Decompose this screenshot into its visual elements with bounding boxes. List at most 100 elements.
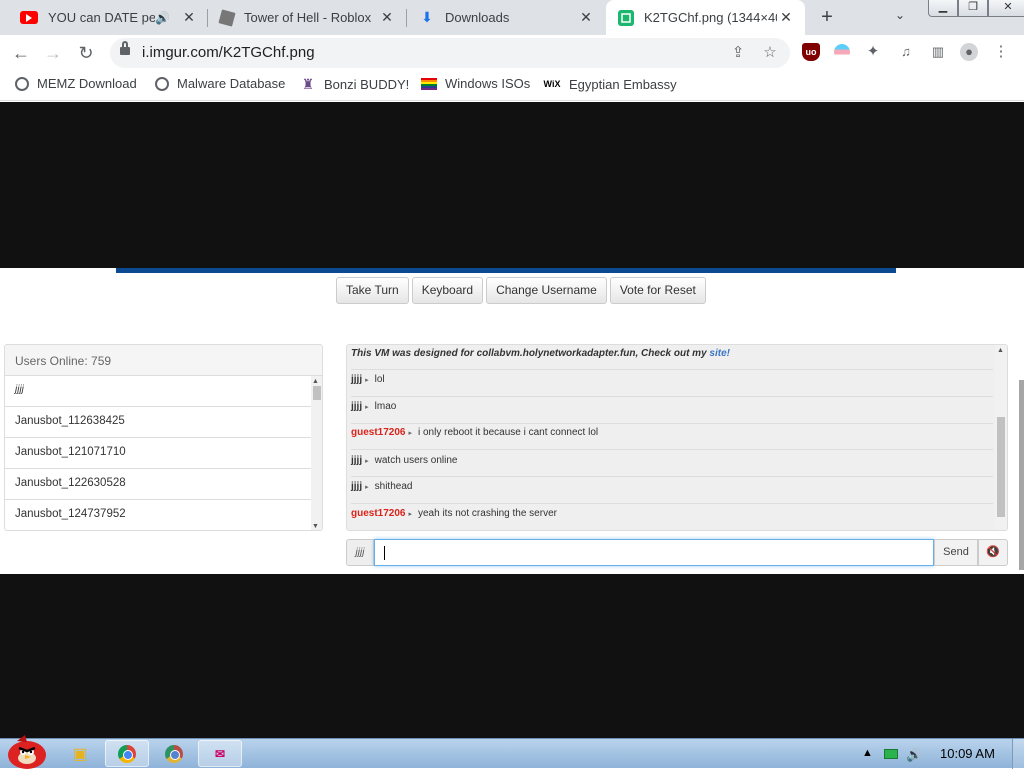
bookmark-egyptian-embassy[interactable]: WiX Egyptian Embassy: [543, 76, 677, 92]
motd-link[interactable]: site!: [709, 348, 730, 359]
take-turn-button[interactable]: Take Turn: [336, 277, 409, 304]
taskbar-chrome-icon[interactable]: [105, 740, 149, 767]
arrow-icon: ▸: [365, 458, 369, 465]
scroll-up-icon[interactable]: ▲: [997, 347, 1004, 354]
audio-playing-icon[interactable]: 🔊: [155, 11, 170, 25]
close-tab-icon[interactable]: ✕: [777, 9, 795, 27]
back-arrow-icon[interactable]: ←: [9, 41, 33, 65]
change-username-button[interactable]: Change Username: [486, 277, 607, 304]
tab-title: YOU can DATE peo: [48, 10, 156, 25]
scroll-up-icon[interactable]: ▲: [312, 378, 319, 385]
puzzle-icon[interactable]: ✦: [864, 43, 882, 61]
chat-username: guest17206: [351, 427, 406, 438]
tab-title: K2TGChf.png (1344×40: [644, 10, 777, 25]
window-controls: ▁ ❐ ✕: [928, 0, 1024, 17]
menu-kebab-icon[interactable]: ⋮: [992, 43, 1010, 61]
chat-username-label: jjjj: [346, 539, 374, 566]
tab-title: Tower of Hell - Roblox: [244, 10, 372, 25]
page-scrollbar-thumb[interactable]: [1019, 380, 1024, 570]
chat-message: jjjj ▸ lmao: [351, 397, 993, 424]
chat-text: lol: [374, 374, 385, 385]
bookmark-bonzi-buddy[interactable]: ♜ Bonzi BUDDY!: [300, 76, 410, 92]
chat-message: jjjj ▸ lol: [351, 370, 993, 397]
arrow-icon: ▸: [408, 430, 412, 437]
lock-icon[interactable]: [120, 41, 130, 55]
volume-icon[interactable]: 🔊: [906, 747, 922, 763]
arrow-icon: ▸: [365, 404, 369, 411]
chat-username: jjjj: [351, 401, 363, 412]
send-button[interactable]: Send: [934, 539, 978, 566]
close-tab-icon[interactable]: ✕: [180, 9, 198, 27]
chat-input[interactable]: [374, 539, 934, 566]
taskbar-chrome-canary-icon[interactable]: [152, 740, 196, 767]
show-hidden-icons-icon[interactable]: ▲: [862, 747, 873, 759]
vote-for-reset-button[interactable]: Vote for Reset: [609, 277, 706, 304]
download-icon: ⬇: [421, 9, 433, 25]
close-tab-icon[interactable]: ✕: [577, 9, 595, 27]
ublock-origin-icon[interactable]: uo: [802, 43, 820, 61]
chat-text: i only reboot it because i cant connect …: [418, 427, 599, 438]
taskbar-explorer-icon[interactable]: ▣: [58, 740, 102, 767]
user-list-item[interactable]: jjjj: [5, 376, 311, 407]
tab-imgur[interactable]: K2TGChf.png (1344×40 ✕: [606, 0, 805, 35]
user-list-item[interactable]: Janusbot_121071710: [5, 438, 311, 469]
user-list-item[interactable]: Janusbot_112638425: [5, 407, 311, 438]
chat-username: jjjj: [351, 455, 363, 466]
chat-panel: This VM was designed for collabvm.holyne…: [346, 344, 1008, 531]
close-window-button[interactable]: ✕: [988, 0, 1024, 17]
chat-username: jjjj: [351, 481, 363, 492]
vm-screen-top: [0, 102, 1024, 268]
chat-message: jjjj ▸ watch users online: [351, 450, 993, 477]
extension-icon[interactable]: [834, 44, 850, 60]
wix-icon: WiX: [543, 79, 561, 89]
arrow-icon: ▸: [365, 484, 369, 491]
taskbar-app-icon[interactable]: ✉: [198, 740, 242, 767]
chat-text: lmao: [374, 401, 397, 412]
tab-youtube[interactable]: YOU can DATE peo 🔊 ✕: [8, 0, 208, 35]
user-list-item[interactable]: Janusbot_122630528: [5, 469, 311, 500]
chat-username: jjjj: [351, 374, 363, 385]
tab-roblox[interactable]: Tower of Hell - Roblox ✕: [208, 0, 406, 35]
close-tab-icon[interactable]: ✕: [378, 9, 396, 27]
star-icon[interactable]: ☆: [760, 43, 780, 63]
tab-downloads[interactable]: ⬇ Downloads ✕: [407, 0, 605, 35]
scroll-thumb[interactable]: [997, 417, 1005, 517]
vm-controls: Take Turn Keyboard Change Username Vote …: [336, 277, 706, 304]
taskbar: ▣ ✉ ▲ 🔊 10:09 AM: [0, 735, 1024, 769]
globe-icon: [155, 76, 169, 91]
reload-icon[interactable]: ↻: [74, 41, 98, 65]
roblox-icon: [218, 8, 236, 27]
user-list-item[interactable]: Janusbot_124737952: [5, 500, 311, 530]
url-text[interactable]: i.imgur.com/K2TGChf.png: [142, 44, 315, 61]
bookmarks-bar: MEMZ Download Malware Database ♜ Bonzi B…: [0, 70, 1024, 101]
restore-button[interactable]: ❐: [958, 0, 988, 17]
side-panel-icon[interactable]: ▥: [929, 43, 947, 61]
scroll-thumb[interactable]: [313, 386, 321, 400]
share-icon[interactable]: ⇪: [728, 43, 748, 63]
vm-screen-bar: [116, 268, 896, 273]
forward-arrow-icon[interactable]: →: [41, 41, 65, 65]
show-desktop-button[interactable]: [1012, 739, 1024, 769]
chat-scrollbar[interactable]: ▲: [995, 345, 1007, 530]
network-icon[interactable]: [884, 749, 898, 759]
scroll-down-icon[interactable]: ▼: [312, 523, 319, 530]
new-tab-button[interactable]: +: [816, 6, 838, 28]
bookmark-memz[interactable]: MEMZ Download: [15, 76, 137, 91]
media-control-icon[interactable]: ♫: [897, 43, 915, 61]
bookmark-malware-database[interactable]: Malware Database: [155, 76, 285, 91]
mute-speaker-icon[interactable]: 🔇: [978, 539, 1008, 566]
minimize-button[interactable]: ▁: [928, 0, 958, 17]
tab-search-chevron-icon[interactable]: ⌄: [895, 8, 905, 22]
start-button-angry-bird-icon[interactable]: [3, 731, 49, 769]
bookmark-label: Bonzi BUDDY!: [324, 76, 410, 92]
bookmark-windows-isos[interactable]: Windows ISOs: [421, 76, 530, 91]
chat-username: guest17206: [351, 508, 406, 519]
keyboard-button[interactable]: Keyboard: [411, 277, 484, 304]
chat-message: guest17206 ▸ yeah its not crashing the ser…: [351, 504, 993, 530]
arrow-icon: ▸: [365, 377, 369, 384]
address-bar[interactable]: i.imgur.com/K2TGChf.png ⇪ ☆: [110, 38, 790, 68]
users-scrollbar[interactable]: ▲ ▼: [311, 376, 322, 530]
profile-avatar-icon[interactable]: ●: [960, 43, 978, 61]
clock[interactable]: 10:09 AM: [940, 746, 995, 761]
chat-input-group: jjjj Send 🔇: [346, 539, 1008, 566]
